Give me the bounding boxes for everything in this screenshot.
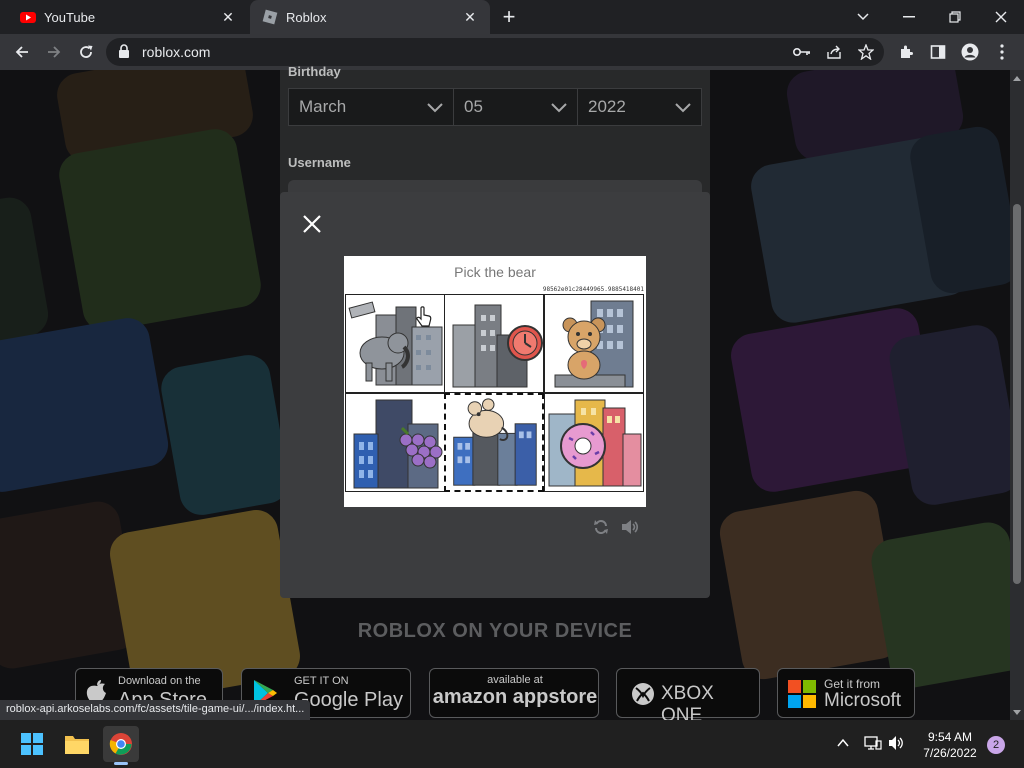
chrome-menu-icon[interactable] (992, 42, 1012, 62)
amazon-appstore-badge[interactable]: available at amazon appstore (429, 668, 599, 718)
side-panel-icon[interactable] (928, 42, 948, 62)
bookmark-star-icon[interactable] (856, 42, 876, 62)
tab-youtube[interactable]: YouTube ✕ (8, 0, 248, 34)
taskbar-clock-time[interactable]: 9:54 AM (920, 730, 980, 744)
captcha-tile-mouse[interactable] (444, 393, 544, 492)
birthday-day-select[interactable]: 05 (453, 88, 578, 126)
tab-roblox[interactable]: Roblox ✕ (250, 0, 490, 34)
lock-icon[interactable] (118, 44, 132, 60)
captcha-tile-clock[interactable] (444, 294, 544, 393)
devices-heading: ROBLOX ON YOUR DEVICE (357, 620, 633, 642)
password-key-icon[interactable] (792, 42, 812, 62)
chevron-down-icon (549, 98, 569, 118)
xbox-badge[interactable]: XBOX ONE (616, 668, 760, 726)
store-name: amazon appstore (432, 686, 598, 708)
captcha-session-id: 98562e01c28449965.9885418401 (542, 286, 644, 293)
start-button-icon[interactable] (14, 726, 50, 762)
scroll-down-arrow-icon[interactable] (1011, 705, 1023, 717)
year-value: 2022 (588, 97, 626, 116)
taskbar-clock-date[interactable]: 7/26/2022 (915, 746, 985, 760)
chrome-taskbar-icon[interactable] (103, 726, 139, 762)
roblox-icon (262, 9, 278, 25)
store-name: Google Play (294, 689, 403, 711)
month-value: March (299, 97, 347, 116)
chevron-down-icon (425, 98, 445, 118)
microsoft-icon (788, 680, 816, 713)
back-button[interactable] (10, 40, 34, 64)
captcha-prompt: Pick the bear (454, 264, 536, 280)
file-explorer-icon[interactable] (59, 726, 95, 762)
username-label: Username (288, 155, 351, 170)
address-bar[interactable] (106, 38, 884, 66)
birthday-year-select[interactable]: 2022 (577, 88, 702, 126)
volume-icon[interactable] (888, 735, 906, 756)
close-icon[interactable] (301, 213, 323, 235)
close-window-button[interactable] (978, 0, 1024, 34)
captcha-tile-grapes[interactable] (345, 393, 445, 492)
restore-button[interactable] (932, 0, 978, 34)
store-small-text: Get it from (824, 677, 881, 691)
store-small-text: available at (487, 674, 543, 686)
refresh-icon[interactable] (592, 518, 610, 536)
store-name: Microsoft (824, 690, 902, 711)
active-app-indicator (114, 762, 128, 765)
captcha-tile-teddy-bear[interactable] (544, 294, 644, 393)
url-text[interactable]: roblox.com (142, 44, 210, 60)
hand-cursor-icon (416, 306, 432, 333)
scroll-up-arrow-icon[interactable] (1011, 72, 1023, 84)
xbox-icon (631, 682, 655, 711)
tab-title: Roblox (286, 9, 327, 25)
close-tab-icon[interactable]: ✕ (462, 9, 478, 25)
reload-button[interactable] (74, 40, 98, 64)
birthday-label: Birthday (288, 64, 341, 79)
tab-title: YouTube (44, 9, 96, 25)
tab-search-icon[interactable] (840, 0, 886, 34)
share-icon[interactable] (824, 42, 844, 62)
captcha-tile-donut[interactable] (544, 393, 644, 492)
day-value: 05 (464, 97, 483, 116)
forward-button[interactable] (42, 40, 66, 64)
minimize-button[interactable] (886, 0, 932, 34)
profile-avatar-icon[interactable] (960, 42, 980, 62)
close-tab-icon[interactable]: ✕ (220, 9, 236, 25)
youtube-icon (20, 9, 36, 25)
chevron-down-icon (673, 98, 693, 118)
scrollbar-thumb[interactable] (1013, 204, 1021, 584)
notification-badge[interactable]: 2 (987, 736, 1005, 754)
link-status-bubble: roblox-api.arkoselabs.com/fc/assets/tile… (0, 700, 311, 720)
network-icon[interactable] (864, 735, 882, 756)
birthday-month-select[interactable]: March (288, 88, 454, 126)
show-hidden-icons-chevron-icon[interactable] (836, 736, 850, 755)
store-small-text: Download on the (118, 675, 201, 687)
store-small-text: GET IT ON (294, 675, 349, 687)
extensions-icon[interactable] (896, 42, 916, 62)
microsoft-store-badge[interactable]: Get it from Microsoft (777, 668, 915, 718)
new-tab-button[interactable]: + (498, 6, 520, 28)
audio-icon[interactable] (620, 518, 639, 536)
